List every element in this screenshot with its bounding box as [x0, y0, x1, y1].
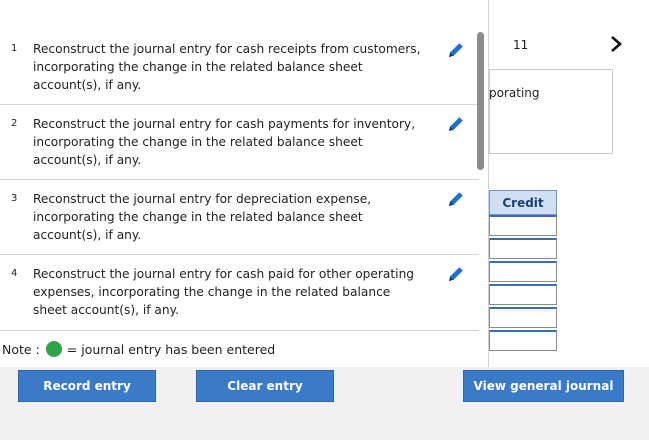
scrollbar-thumb[interactable] — [477, 32, 484, 170]
journal-entry-item[interactable]: 3 Reconstruct the journal entry for depr… — [0, 180, 479, 255]
entry-description: Reconstruct the journal entry for cash p… — [33, 117, 416, 167]
entry-number: 3 — [11, 193, 18, 204]
entered-status-dot-icon — [45, 341, 62, 357]
view-general-journal-button[interactable]: View general journal — [463, 370, 624, 402]
description-partial-text: porating — [489, 86, 540, 100]
credit-input[interactable] — [489, 307, 557, 328]
page-number: 11 — [513, 38, 529, 52]
entry-number: 2 — [11, 118, 18, 129]
credit-input[interactable] — [489, 238, 557, 259]
journal-entry-item[interactable]: 1 Reconstruct the journal entry for cash… — [0, 30, 479, 105]
entry-description: Reconstruct the journal entry for deprec… — [33, 192, 372, 242]
credit-input[interactable] — [489, 284, 557, 305]
legend-note: Note : = journal entry has been entered — [0, 331, 489, 367]
entry-description: Reconstruct the journal entry for cash r… — [33, 42, 421, 92]
pencil-icon[interactable] — [446, 189, 466, 209]
credit-input[interactable] — [489, 330, 557, 351]
pencil-icon[interactable] — [446, 114, 466, 134]
entry-description: Reconstruct the journal entry for cash p… — [33, 267, 415, 317]
note-label: Note : — [2, 341, 40, 357]
pencil-icon[interactable] — [446, 40, 466, 60]
clear-entry-button[interactable]: Clear entry — [196, 370, 334, 402]
journal-entry-item[interactable]: 4 Reconstruct the journal entry for cash… — [0, 255, 479, 331]
chevron-right-icon[interactable] — [606, 33, 626, 55]
note-text: = journal entry has been entered — [66, 341, 276, 357]
credit-input[interactable] — [489, 215, 557, 236]
credit-input[interactable] — [489, 261, 557, 282]
journal-entry-item[interactable]: 2 Reconstruct the journal entry for cash… — [0, 105, 479, 180]
description-box — [489, 69, 613, 154]
record-entry-button[interactable]: Record entry — [18, 370, 156, 402]
journal-entry-list-popup: 1 Reconstruct the journal entry for cash… — [0, 0, 489, 367]
credit-column-header: Credit — [489, 190, 557, 215]
pencil-icon[interactable] — [446, 264, 466, 284]
entry-number: 1 — [11, 43, 18, 54]
entry-number: 4 — [11, 268, 18, 279]
